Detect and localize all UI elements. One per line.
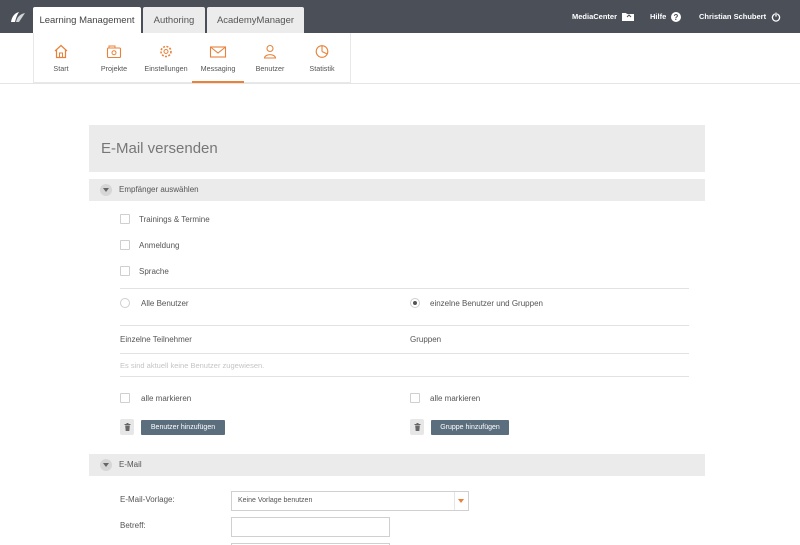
radio-individual-users-label: einzelne Benutzer und Gruppen bbox=[430, 299, 543, 308]
module-einstellungen[interactable]: Einstellungen bbox=[140, 33, 192, 83]
empty-hint: Es sind aktuell keine Benutzer zugewiese… bbox=[120, 361, 265, 370]
participants-column-header: Einzelne Teilnehmer bbox=[120, 335, 192, 344]
recipients-section-header[interactable]: Empfänger auswählen bbox=[89, 179, 705, 201]
chevron-down-icon[interactable] bbox=[454, 492, 468, 510]
collapse-icon[interactable] bbox=[100, 459, 112, 471]
template-select[interactable]: Keine Vorlage benutzen bbox=[231, 491, 469, 511]
add-group-button[interactable]: Gruppe hinzufügen bbox=[431, 420, 509, 435]
logo-icon bbox=[11, 12, 25, 22]
template-label: E-Mail-Vorlage: bbox=[120, 495, 175, 504]
divider bbox=[120, 353, 689, 354]
power-icon[interactable] bbox=[771, 11, 781, 22]
module-label: Benutzer bbox=[255, 64, 285, 73]
module-statistik[interactable]: Statistik bbox=[296, 33, 348, 83]
trash-icon bbox=[414, 423, 420, 431]
filter-sprache-checkbox[interactable] bbox=[120, 266, 130, 276]
user-icon bbox=[263, 44, 277, 59]
module-label: Start bbox=[53, 64, 69, 73]
add-users-button[interactable]: Benutzer hinzufügen bbox=[141, 420, 225, 435]
nav-divider bbox=[0, 83, 800, 84]
radio-all-users-label: Alle Benutzer bbox=[141, 299, 189, 308]
tab-learning-management[interactable]: Learning Management bbox=[33, 7, 141, 33]
radio-all-users[interactable] bbox=[120, 298, 130, 308]
user-menu[interactable]: Christian Schubert bbox=[699, 0, 781, 33]
mediacenter-label: MediaCenter bbox=[572, 12, 618, 21]
subject-input[interactable] bbox=[231, 517, 390, 537]
divider bbox=[120, 325, 689, 326]
help-icon: ? bbox=[671, 11, 682, 22]
filter-trainings-checkbox[interactable] bbox=[120, 214, 130, 224]
divider bbox=[120, 288, 689, 289]
statistics-icon bbox=[315, 45, 329, 58]
module-benutzer[interactable]: Benutzer bbox=[244, 33, 296, 83]
delete-users-button[interactable] bbox=[120, 419, 134, 435]
select-all-users-checkbox[interactable] bbox=[120, 393, 130, 403]
folder-icon bbox=[622, 13, 635, 21]
module-projekte[interactable]: Projekte bbox=[88, 33, 140, 83]
envelope-icon bbox=[209, 46, 227, 58]
module-label: Einstellungen bbox=[144, 64, 188, 73]
user-name: Christian Schubert bbox=[699, 12, 767, 21]
filter-trainings-label: Trainings & Termine bbox=[139, 215, 210, 224]
help-label: Hilfe bbox=[650, 12, 667, 21]
tab-academy-manager[interactable]: AcademyManager bbox=[207, 7, 304, 33]
select-all-users-label: alle markieren bbox=[141, 394, 192, 403]
trash-icon bbox=[124, 423, 130, 431]
module-label: Messaging bbox=[200, 64, 236, 73]
divider bbox=[120, 376, 689, 377]
filter-sprache-label: Sprache bbox=[139, 267, 169, 276]
projects-icon bbox=[106, 45, 122, 59]
module-start[interactable]: Start bbox=[35, 33, 87, 83]
delete-groups-button[interactable] bbox=[410, 419, 424, 435]
module-navigation: Start Projekte Einstellungen Messaging B… bbox=[33, 33, 351, 83]
email-section-label: E-Mail bbox=[119, 460, 142, 469]
page-title: E-Mail versenden bbox=[101, 140, 218, 157]
subject-label: Betreff: bbox=[120, 521, 146, 530]
svg-text:?: ? bbox=[674, 13, 679, 22]
groups-column-header: Gruppen bbox=[410, 335, 442, 344]
module-label: Projekte bbox=[100, 64, 128, 73]
mediacenter-link[interactable]: MediaCenter bbox=[572, 0, 635, 33]
module-messaging[interactable]: Messaging bbox=[192, 33, 244, 83]
settings-icon bbox=[160, 45, 172, 58]
home-icon bbox=[54, 44, 68, 59]
template-select-value: Keine Vorlage benutzen bbox=[238, 497, 313, 504]
select-all-groups-checkbox[interactable] bbox=[410, 393, 420, 403]
module-label: Statistik bbox=[309, 64, 335, 73]
radio-individual-users[interactable] bbox=[410, 298, 420, 308]
select-all-groups-label: alle markieren bbox=[430, 394, 481, 403]
page-header: E-Mail versenden bbox=[89, 125, 705, 172]
filter-anmeldung-label: Anmeldung bbox=[139, 241, 180, 250]
filter-anmeldung-checkbox[interactable] bbox=[120, 240, 130, 250]
recipients-section-label: Empfänger auswählen bbox=[119, 185, 199, 194]
collapse-icon[interactable] bbox=[100, 184, 112, 196]
email-section-header[interactable]: E-Mail bbox=[89, 454, 705, 476]
tab-authoring[interactable]: Authoring bbox=[143, 7, 205, 33]
help-link[interactable]: Hilfe ? bbox=[650, 0, 682, 33]
top-bar: Learning Management Authoring AcademyMan… bbox=[0, 0, 800, 33]
